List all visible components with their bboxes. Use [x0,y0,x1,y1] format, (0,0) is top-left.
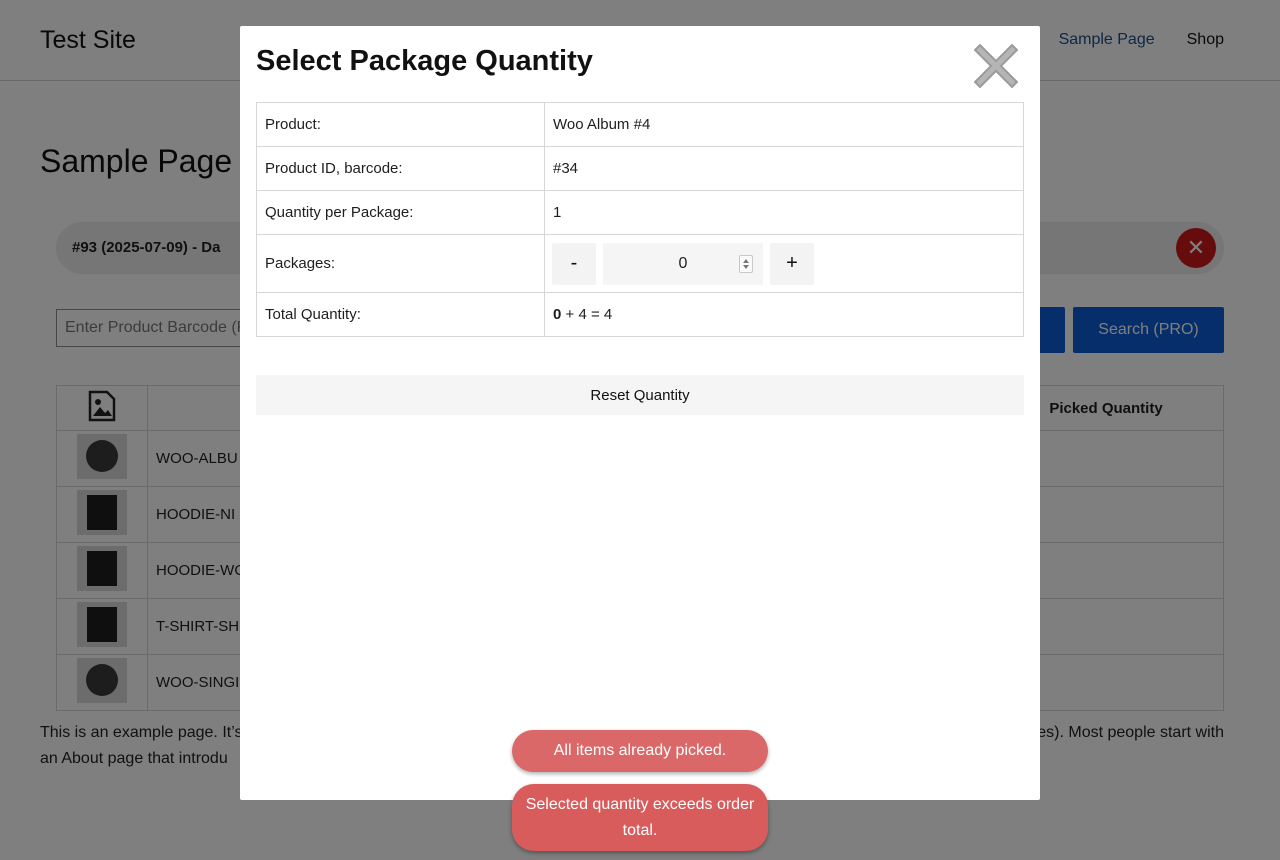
table-row: Quantity per Package: 1 [256,190,1024,235]
quantity-per-package-value: 1 [544,190,1024,235]
reset-quantity-button[interactable]: Reset Quantity [256,375,1024,415]
package-quantity-table: Product: Woo Album #4 Product ID, barcod… [256,102,1024,337]
packages-label: Packages: [256,234,545,293]
total-quantity-value: 0 + 4 = 4 [544,292,1024,337]
toast-quantity-exceeds[interactable]: Selected quantity exceeds order total. [512,784,768,851]
packages-input-value: 0 [678,254,688,272]
toast-all-items-picked[interactable]: All items already picked. [512,730,768,772]
package-quantity-modal: Select Package Quantity Product: Woo Alb… [240,26,1040,800]
total-quantity-label: Total Quantity: [256,292,545,337]
decrement-button[interactable]: - [552,242,596,285]
table-row: Packages: - 0 + [256,234,1024,293]
product-id-label: Product ID, barcode: [256,146,545,191]
increment-button[interactable]: + [770,242,814,285]
packages-stepper-cell: - 0 + [544,234,1024,293]
modal-close-button[interactable] [973,43,1019,89]
total-quantity-formula: + 4 = 4 [561,306,613,323]
modal-title: Select Package Quantity [256,45,593,77]
table-row: Total Quantity: 0 + 4 = 4 [256,292,1024,337]
packages-stepper: - 0 + [552,242,1015,285]
close-icon [973,43,1019,89]
product-value: Woo Album #4 [544,102,1024,147]
product-id-value: #34 [544,146,1024,191]
packages-input[interactable]: 0 [603,242,763,285]
product-label: Product: [256,102,545,147]
table-row: Product ID, barcode: #34 [256,146,1024,191]
quantity-per-package-label: Quantity per Package: [256,190,545,235]
table-row: Product: Woo Album #4 [256,102,1024,147]
spinner-arrows-icon[interactable] [739,254,753,273]
